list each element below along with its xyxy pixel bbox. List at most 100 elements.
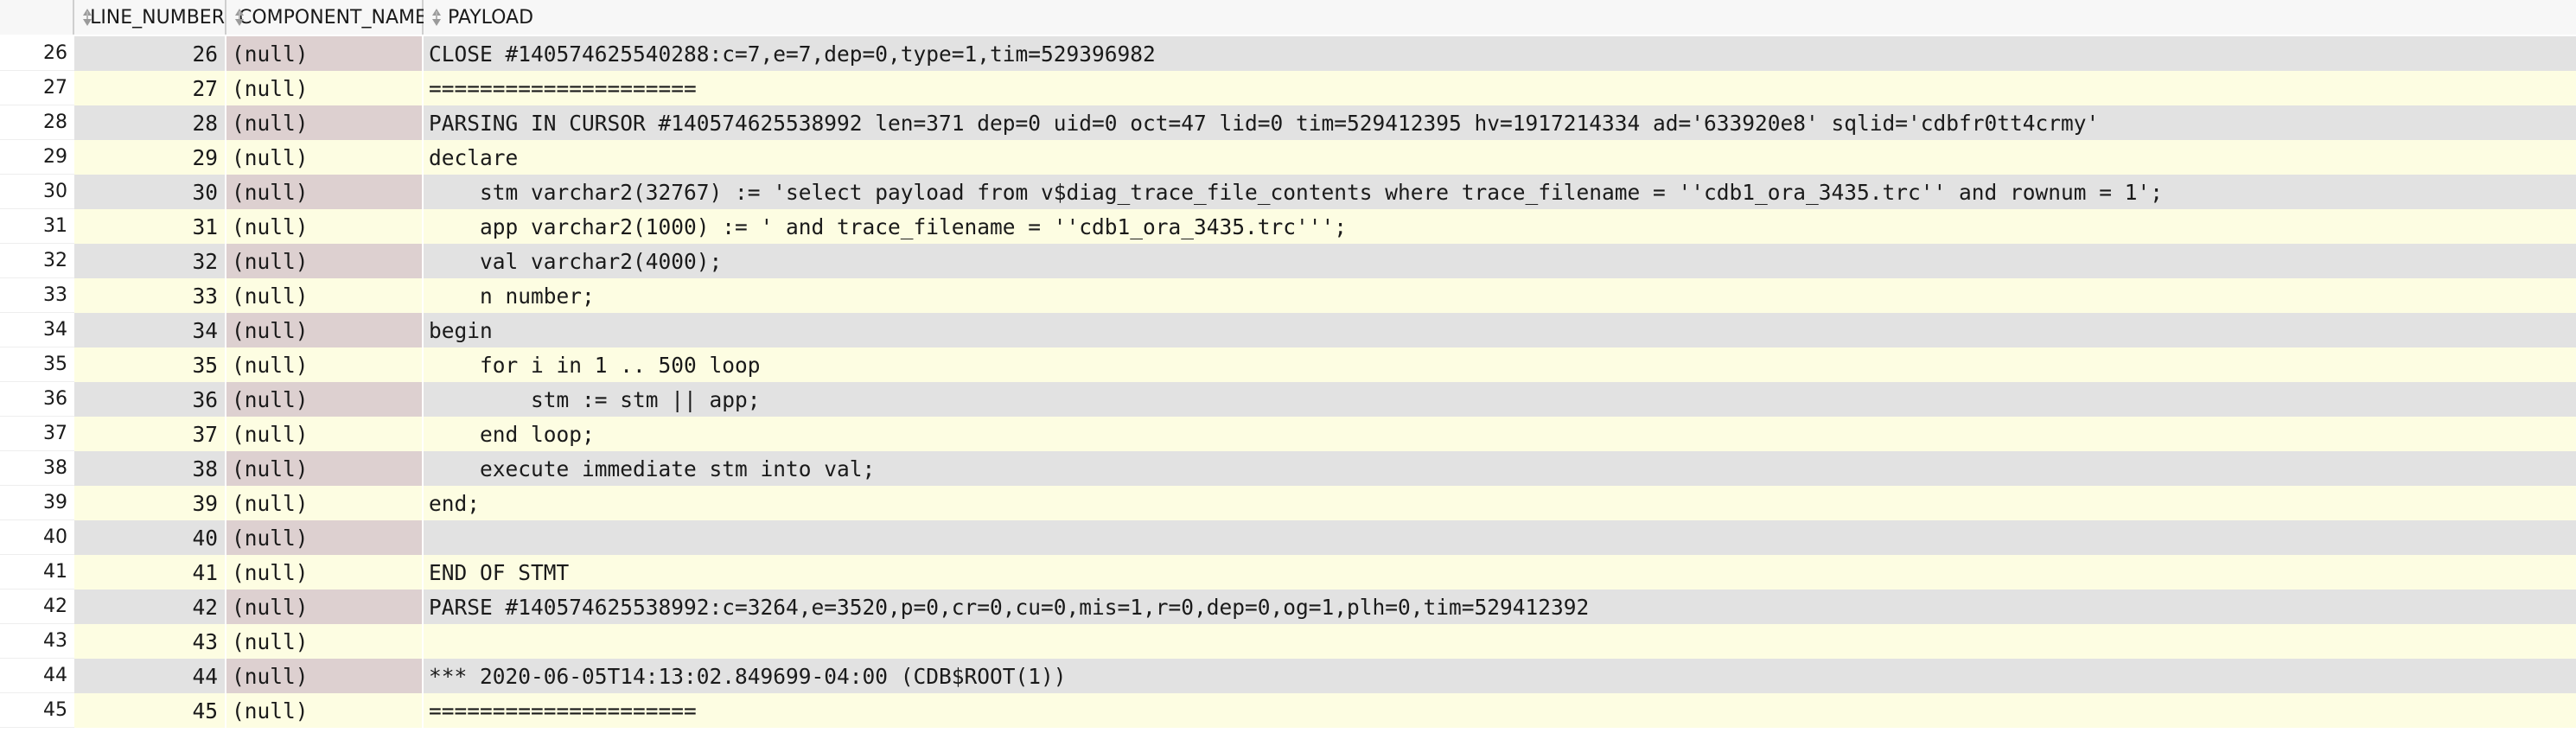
table-row[interactable]: 37 37 (null) end loop;: [0, 417, 2576, 451]
row-number-cell[interactable]: 44: [0, 659, 74, 693]
table-row[interactable]: 43 43 (null): [0, 624, 2576, 659]
line-number-cell[interactable]: 27: [74, 71, 226, 105]
line-number-cell[interactable]: 30: [74, 175, 226, 209]
line-number-cell[interactable]: 32: [74, 244, 226, 278]
component-name-cell[interactable]: (null): [226, 71, 424, 105]
table-row[interactable]: 39 39 (null) end;: [0, 486, 2576, 520]
component-name-cell[interactable]: (null): [226, 486, 424, 520]
line-number-cell[interactable]: 39: [74, 486, 226, 520]
line-number-cell[interactable]: 38: [74, 451, 226, 486]
payload-cell[interactable]: END OF STMT: [424, 555, 2576, 590]
table-row[interactable]: 40 40 (null): [0, 520, 2576, 555]
table-row[interactable]: 33 33 (null) n number;: [0, 278, 2576, 313]
line-number-cell[interactable]: 42: [74, 590, 226, 624]
payload-cell[interactable]: CLOSE #140574625540288:c=7,e=7,dep=0,typ…: [424, 36, 2576, 71]
component-name-cell[interactable]: (null): [226, 140, 424, 175]
column-header-line-number[interactable]: LINE_NUMBER: [74, 0, 226, 35]
payload-cell[interactable]: val varchar2(4000);: [424, 244, 2576, 278]
payload-cell[interactable]: end loop;: [424, 417, 2576, 451]
row-number-cell[interactable]: 36: [0, 382, 74, 417]
row-number-cell[interactable]: 42: [0, 590, 74, 624]
row-number-cell[interactable]: 34: [0, 313, 74, 347]
payload-cell[interactable]: [424, 520, 2576, 555]
table-row[interactable]: 28 28 (null) PARSING IN CURSOR #14057462553…: [0, 105, 2576, 140]
line-number-cell[interactable]: 28: [74, 105, 226, 140]
line-number-cell[interactable]: 44: [74, 659, 226, 693]
table-row[interactable]: 35 35 (null) for i in 1 .. 500 loop: [0, 347, 2576, 382]
payload-cell[interactable]: stm := stm || app;: [424, 382, 2576, 417]
payload-cell[interactable]: PARSING IN CURSOR #140574625538992 len=3…: [424, 105, 2576, 140]
row-number-cell[interactable]: 30: [0, 175, 74, 209]
column-header-payload[interactable]: PAYLOAD: [424, 0, 2576, 35]
payload-cell[interactable]: stm varchar2(32767) := 'select payload f…: [424, 175, 2576, 209]
table-row[interactable]: 41 41 (null) END OF STMT: [0, 555, 2576, 590]
sort-icon[interactable]: [430, 6, 443, 29]
row-number-cell[interactable]: 41: [0, 555, 74, 590]
line-number-cell[interactable]: 34: [74, 313, 226, 347]
payload-cell[interactable]: for i in 1 .. 500 loop: [424, 347, 2576, 382]
table-row[interactable]: 36 36 (null) stm := stm || app;: [0, 382, 2576, 417]
sort-icon[interactable]: [81, 6, 92, 29]
line-number-cell[interactable]: 45: [74, 693, 226, 728]
table-row[interactable]: 26 26 (null) CLOSE #140574625540288:c=7,e=7…: [0, 36, 2576, 71]
component-name-cell[interactable]: (null): [226, 693, 424, 728]
payload-cell[interactable]: =====================: [424, 693, 2576, 728]
component-name-cell[interactable]: (null): [226, 347, 424, 382]
row-number-cell[interactable]: 29: [0, 140, 74, 175]
table-row[interactable]: 34 34 (null) begin: [0, 313, 2576, 347]
component-name-cell[interactable]: (null): [226, 105, 424, 140]
table-row[interactable]: 27 27 (null) =====================: [0, 71, 2576, 105]
payload-cell[interactable]: begin: [424, 313, 2576, 347]
row-number-cell[interactable]: 32: [0, 244, 74, 278]
component-name-cell[interactable]: (null): [226, 520, 424, 555]
component-name-cell[interactable]: (null): [226, 555, 424, 590]
table-row[interactable]: 44 44 (null) *** 2020-06-05T14:13:02.849699…: [0, 659, 2576, 693]
column-header-component-name[interactable]: COMPONENT_NAME: [226, 0, 427, 35]
line-number-cell[interactable]: 31: [74, 209, 226, 244]
payload-cell[interactable]: n number;: [424, 278, 2576, 313]
row-number-cell[interactable]: 28: [0, 105, 74, 140]
component-name-cell[interactable]: (null): [226, 313, 424, 347]
line-number-cell[interactable]: 35: [74, 347, 226, 382]
payload-cell[interactable]: *** 2020-06-05T14:13:02.849699-04:00 (CD…: [424, 659, 2576, 693]
component-name-cell[interactable]: (null): [226, 278, 424, 313]
component-name-cell[interactable]: (null): [226, 244, 424, 278]
component-name-cell[interactable]: (null): [226, 590, 424, 624]
table-row[interactable]: 30 30 (null) stm varchar2(32767) := 'selec…: [0, 175, 2576, 209]
row-number-cell[interactable]: 35: [0, 347, 74, 382]
component-name-cell[interactable]: (null): [226, 659, 424, 693]
row-number-cell[interactable]: 38: [0, 451, 74, 486]
row-number-cell[interactable]: 39: [0, 486, 74, 520]
line-number-cell[interactable]: 37: [74, 417, 226, 451]
payload-cell[interactable]: app varchar2(1000) := ' and trace_filena…: [424, 209, 2576, 244]
row-number-cell[interactable]: 27: [0, 71, 74, 105]
row-number-cell[interactable]: 33: [0, 278, 74, 313]
row-number-cell[interactable]: 43: [0, 624, 74, 659]
line-number-cell[interactable]: 36: [74, 382, 226, 417]
component-name-cell[interactable]: (null): [226, 382, 424, 417]
table-row[interactable]: 38 38 (null) execute immediate stm into va…: [0, 451, 2576, 486]
line-number-cell[interactable]: 26: [74, 36, 226, 71]
row-number-cell[interactable]: 31: [0, 209, 74, 244]
component-name-cell[interactable]: (null): [226, 451, 424, 486]
table-row[interactable]: 45 45 (null) =====================: [0, 693, 2576, 728]
line-number-cell[interactable]: 40: [74, 520, 226, 555]
component-name-cell[interactable]: (null): [226, 624, 424, 659]
component-name-cell[interactable]: (null): [226, 175, 424, 209]
row-number-cell[interactable]: 45: [0, 693, 74, 728]
table-row[interactable]: 29 29 (null) declare: [0, 140, 2576, 175]
line-number-cell[interactable]: 43: [74, 624, 226, 659]
row-number-cell[interactable]: 40: [0, 520, 74, 555]
table-row[interactable]: 32 32 (null) val varchar2(4000);: [0, 244, 2576, 278]
component-name-cell[interactable]: (null): [226, 36, 424, 71]
component-name-cell[interactable]: (null): [226, 417, 424, 451]
payload-cell[interactable]: execute immediate stm into val;: [424, 451, 2576, 486]
payload-cell[interactable]: PARSE #140574625538992:c=3264,e=3520,p=0…: [424, 590, 2576, 624]
row-number-cell[interactable]: 26: [0, 36, 74, 71]
component-name-cell[interactable]: (null): [226, 209, 424, 244]
table-row[interactable]: 42 42 (null) PARSE #140574625538992:c=3264,…: [0, 590, 2576, 624]
table-row[interactable]: 31 31 (null) app varchar2(1000) := ' and t…: [0, 209, 2576, 244]
row-number-cell[interactable]: 37: [0, 417, 74, 451]
payload-cell[interactable]: declare: [424, 140, 2576, 175]
line-number-cell[interactable]: 29: [74, 140, 226, 175]
